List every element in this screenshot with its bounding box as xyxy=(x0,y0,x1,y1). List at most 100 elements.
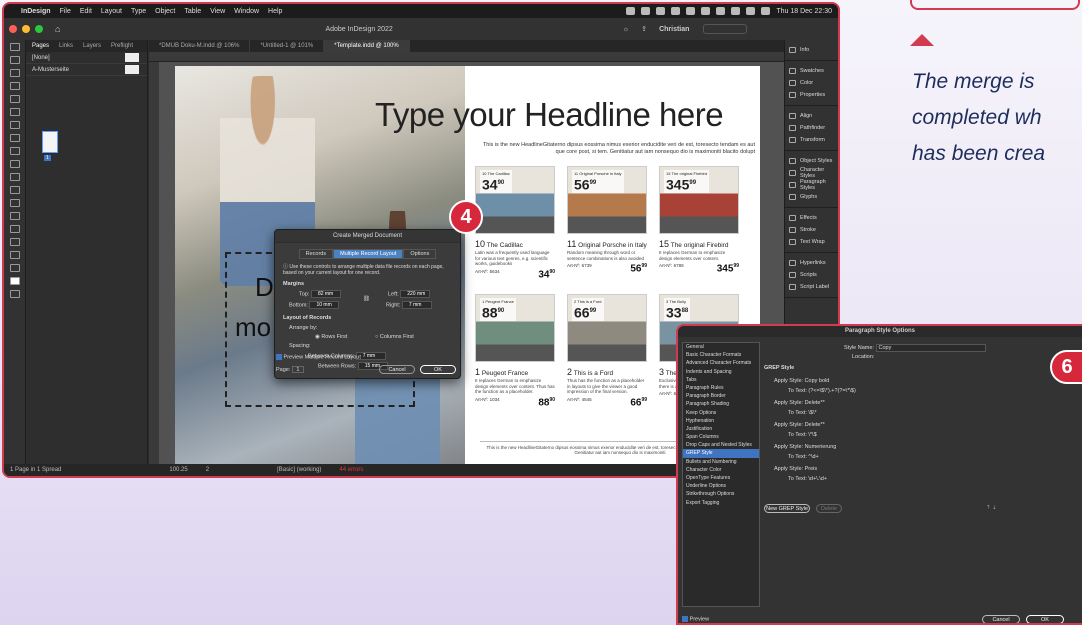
pso-ok-button[interactable]: OK xyxy=(1026,615,1064,623)
document-page[interactable]: Type your Headline here This is the new … xyxy=(175,66,760,464)
columns-first-radio[interactable]: ○ Columns First xyxy=(375,334,414,340)
pso-category-item[interactable]: Drop Caps and Nested Styles xyxy=(683,441,759,449)
type-tool-icon[interactable] xyxy=(9,108,20,116)
lightbulb-icon[interactable]: ☼ xyxy=(623,26,629,33)
panel-item[interactable]: Character Styles xyxy=(785,167,838,179)
zoom-window-button[interactable] xyxy=(35,25,43,33)
menu-help[interactable]: Help xyxy=(268,8,282,15)
pso-category-item[interactable]: OpenType Features xyxy=(683,474,759,482)
grep-rule-to-text[interactable]: To Text: \$\* xyxy=(788,410,817,416)
page-field[interactable]: 1 xyxy=(291,366,304,373)
tray-icon[interactable] xyxy=(641,7,651,15)
zoom-level[interactable]: 100.25 xyxy=(169,467,187,473)
rectangle-tool-icon[interactable] xyxy=(9,173,20,181)
rows-first-radio[interactable]: ◉ Rows First xyxy=(315,334,347,340)
left-field[interactable]: 220 mm xyxy=(400,290,431,298)
grep-rule-apply[interactable]: Apply Style: Numerierung xyxy=(774,444,836,450)
pso-category-item[interactable]: Paragraph Rules xyxy=(683,384,759,392)
tray-icon[interactable] xyxy=(626,7,636,15)
menu-edit[interactable]: Edit xyxy=(80,8,92,15)
gradient-tool-icon[interactable] xyxy=(9,212,20,220)
line-tool-icon[interactable] xyxy=(9,121,20,129)
gap-tool-icon[interactable] xyxy=(9,82,20,90)
pencil-tool-icon[interactable] xyxy=(9,147,20,155)
pso-category-item[interactable]: General xyxy=(683,343,759,351)
direct-selection-tool-icon[interactable] xyxy=(9,56,20,64)
panel-item[interactable]: Info xyxy=(785,44,838,56)
tab-document-1[interactable]: *DMUB Doku-M.indd @ 106% xyxy=(149,40,251,52)
free-transform-tool-icon[interactable] xyxy=(9,199,20,207)
tab-preflight[interactable]: Preflight xyxy=(111,43,133,49)
top-field[interactable]: 82 mm xyxy=(310,290,341,298)
pso-category-item[interactable]: Bullets and Numbering xyxy=(683,458,759,466)
pso-category-item[interactable]: Character Color xyxy=(683,466,759,474)
tab-records[interactable]: Records xyxy=(298,249,334,259)
panel-item[interactable]: Script Label xyxy=(785,281,838,293)
user-name[interactable]: Christian xyxy=(659,26,689,33)
minimize-window-button[interactable] xyxy=(22,25,30,33)
page-headline[interactable]: Type your Headline here xyxy=(375,96,755,134)
content-collector-icon[interactable] xyxy=(9,95,20,103)
tray-icon[interactable] xyxy=(746,7,756,15)
selection-tool-icon[interactable] xyxy=(9,43,20,51)
grep-rule-to-text[interactable]: To Text: (?<=\$\*).+?(?=\*\$) xyxy=(788,388,856,394)
note-tool-icon[interactable] xyxy=(9,225,20,233)
pso-category-item[interactable]: Indents and Spacing xyxy=(683,368,759,376)
rectangle-frame-tool-icon[interactable] xyxy=(9,160,20,168)
move-arrows-icon[interactable]: ⇡ ⇣ xyxy=(986,505,997,511)
tab-document-2[interactable]: *Untitled-1 @ 101% xyxy=(250,40,325,52)
panel-item[interactable]: Hyperlinks xyxy=(785,257,838,269)
menu-view[interactable]: View xyxy=(210,8,225,15)
pso-category-item[interactable]: Underline Options xyxy=(683,482,759,490)
grep-rule-to-text[interactable]: To Text: \d+\.\d+ xyxy=(788,476,827,482)
ok-button[interactable]: OK xyxy=(420,365,456,374)
preflight-profile[interactable]: [Basic] (working) xyxy=(277,467,321,473)
tab-pages[interactable]: Pages xyxy=(32,43,49,49)
pen-tool-icon[interactable] xyxy=(9,134,20,142)
tray-icon[interactable] xyxy=(716,7,726,15)
vertical-ruler[interactable] xyxy=(149,62,159,464)
product-card[interactable]: 1 Peugeot France 8890 1 Peugeot France I… xyxy=(475,294,555,408)
product-card[interactable]: 10 The Cadillac 3490 10 The Cadillac Lat… xyxy=(475,166,555,280)
panel-item[interactable]: Stroke xyxy=(785,224,838,236)
menu-app[interactable]: InDesign xyxy=(21,8,51,15)
hand-tool-icon[interactable] xyxy=(9,251,20,259)
eyedropper-tool-icon[interactable] xyxy=(9,238,20,246)
pso-cancel-button[interactable]: Cancel xyxy=(982,615,1020,623)
master-none[interactable]: [None] xyxy=(26,52,147,64)
pso-category-item[interactable]: Justification xyxy=(683,425,759,433)
tab-options[interactable]: Options xyxy=(403,249,437,259)
grep-rule-apply[interactable]: Apply Style: Delete** xyxy=(774,400,825,406)
fill-stroke-icon[interactable] xyxy=(9,277,20,285)
pso-category-item[interactable]: Tabs xyxy=(683,376,759,384)
grep-rule-apply[interactable]: Apply Style: Copy bold xyxy=(774,378,829,384)
right-field[interactable]: 7 mm xyxy=(401,301,432,309)
tray-icon[interactable] xyxy=(761,7,771,15)
menu-table[interactable]: Table xyxy=(184,8,201,15)
pso-category-item[interactable]: Keep Options xyxy=(683,409,759,417)
menu-file[interactable]: File xyxy=(60,8,71,15)
menu-window[interactable]: Window xyxy=(234,8,259,15)
pso-category-item[interactable]: Advanced Character Formats xyxy=(683,359,759,367)
pso-category-item[interactable]: Basic Character Formats xyxy=(683,351,759,359)
pso-preview-checkbox[interactable]: Preview xyxy=(682,616,709,622)
pso-category-item[interactable]: GREP Style xyxy=(683,449,759,458)
menu-layout[interactable]: Layout xyxy=(101,8,122,15)
product-card[interactable]: 15 The original Firebird 34599 15 The or… xyxy=(659,166,739,274)
panel-item[interactable]: Effects xyxy=(785,212,838,224)
pso-category-item[interactable]: Paragraph Border xyxy=(683,392,759,400)
panel-item[interactable]: Scripts xyxy=(785,269,838,281)
tab-document-3[interactable]: *Template.indd @ 100% xyxy=(324,40,410,52)
tray-icon[interactable] xyxy=(701,7,711,15)
panel-item[interactable]: Color xyxy=(785,77,838,89)
cancel-button[interactable]: Cancel xyxy=(379,365,415,374)
tray-icon[interactable] xyxy=(656,7,666,15)
menu-object[interactable]: Object xyxy=(155,8,175,15)
page-selector[interactable]: 2 xyxy=(206,467,209,473)
page-thumbnail[interactable] xyxy=(42,131,58,153)
panel-item[interactable]: Pathfinder xyxy=(785,122,838,134)
panel-item[interactable]: Text Wrap xyxy=(785,236,838,248)
home-icon[interactable]: ⌂ xyxy=(55,24,60,34)
panel-item[interactable]: Paragraph Styles xyxy=(785,179,838,191)
tab-layers[interactable]: Layers xyxy=(83,43,101,49)
